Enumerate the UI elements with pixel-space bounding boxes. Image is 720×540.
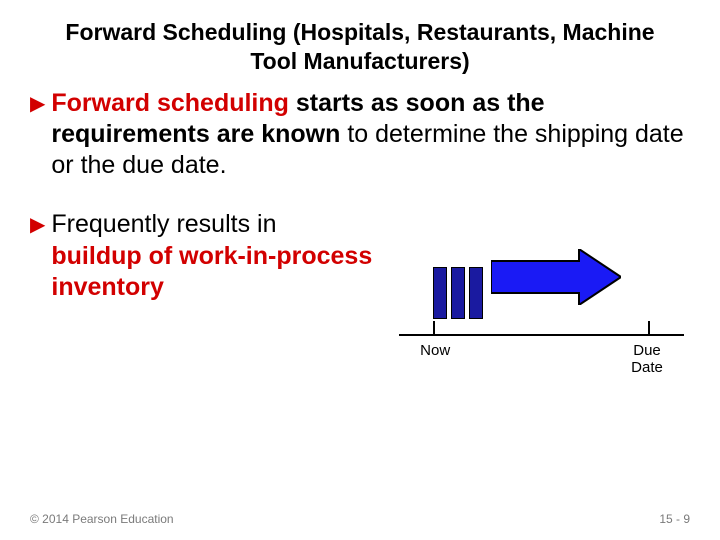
slide: Forward Scheduling (Hospitals, Restauran… — [0, 0, 720, 540]
bullet-marker-icon: ▶ — [30, 212, 45, 239]
wip-bar — [433, 267, 447, 319]
bullet-2-text: Frequently results in buildup of work-in… — [51, 209, 373, 303]
bullet-2-row: ▶ Frequently results in buildup of work-… — [30, 209, 690, 419]
bullet-2-part1: Frequently results in — [51, 210, 276, 238]
bullet-2-part2: buildup of work-in-process inventory — [51, 242, 372, 301]
bullet-1: ▶ Forward scheduling starts as soon as t… — [30, 88, 690, 182]
wip-bar — [451, 267, 465, 319]
timeline-diagram: Now Due Date — [393, 219, 690, 419]
bullet-1-part1: Forward scheduling — [51, 89, 289, 117]
tick-now — [433, 321, 435, 336]
label-now: Now — [415, 343, 455, 360]
footer: © 2014 Pearson Education 15 - 9 — [30, 512, 690, 526]
bullet-marker-icon: ▶ — [30, 91, 45, 118]
bullet-1-text: Forward scheduling starts as soon as the… — [51, 88, 690, 182]
page-number: 15 - 9 — [659, 512, 690, 526]
forward-arrow-icon — [491, 249, 621, 310]
wip-bar — [469, 267, 483, 319]
slide-title: Forward Scheduling (Hospitals, Restauran… — [30, 18, 690, 76]
timeline-axis — [399, 334, 684, 336]
wip-bars — [433, 249, 483, 319]
tick-due — [648, 321, 650, 336]
label-due: Due Date — [624, 343, 670, 376]
copyright-text: © 2014 Pearson Education — [30, 512, 174, 526]
